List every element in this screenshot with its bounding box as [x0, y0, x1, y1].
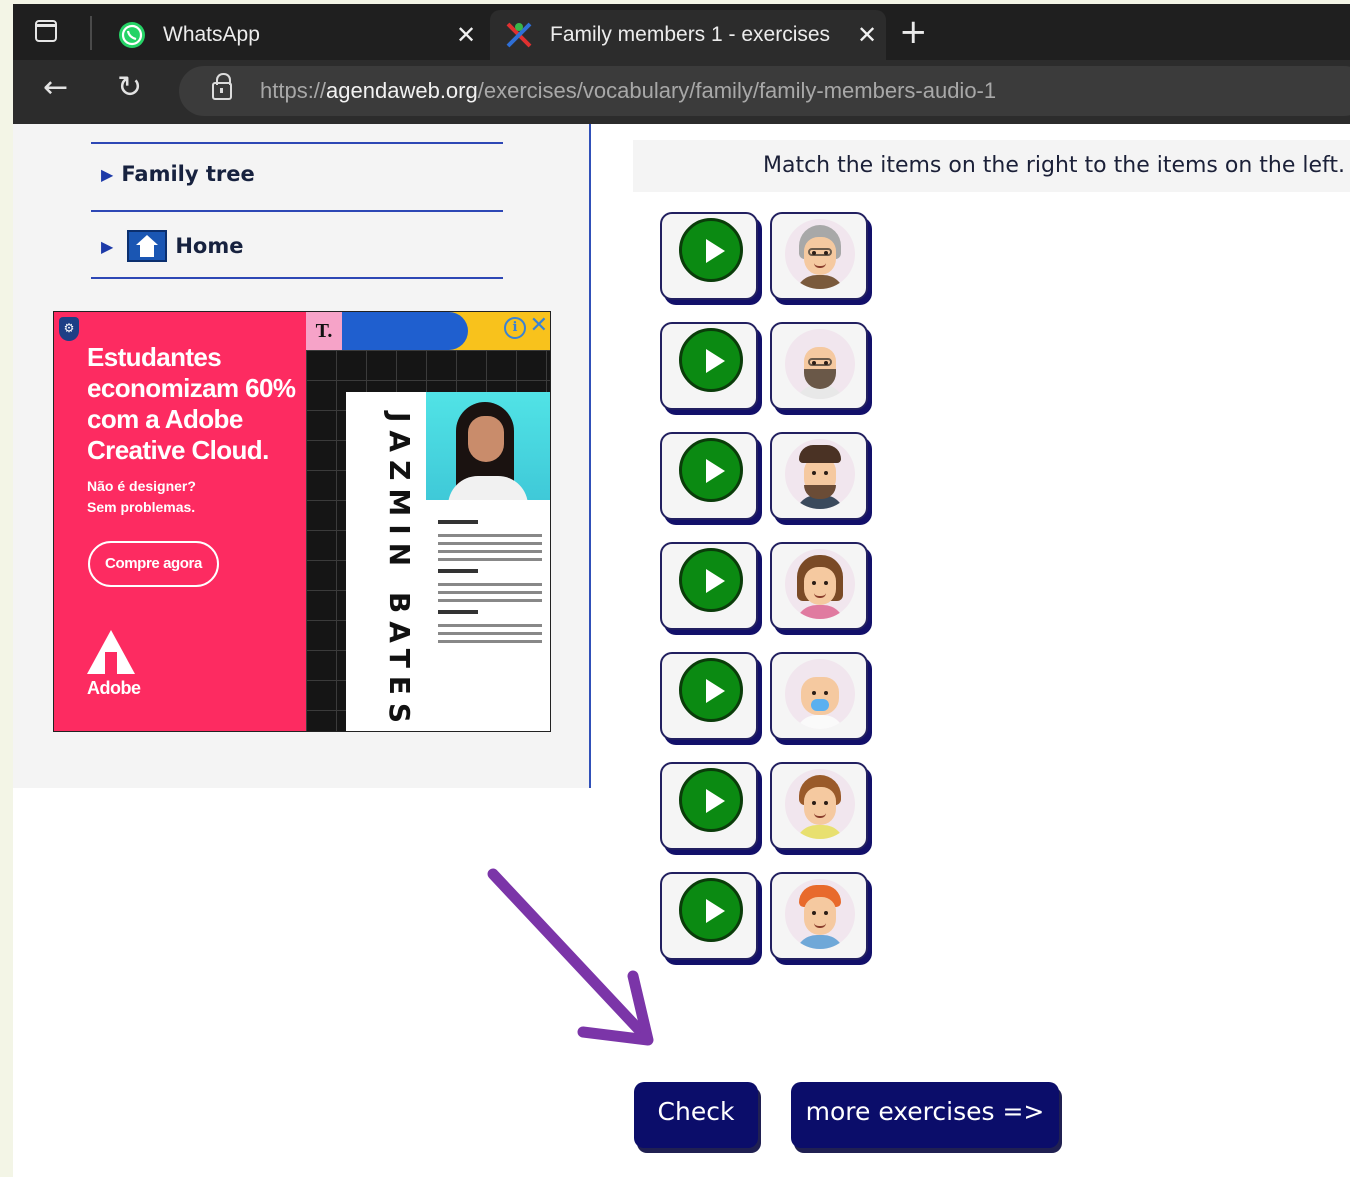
tab-actions-icon[interactable]	[35, 20, 57, 42]
audio-card[interactable]	[660, 322, 758, 410]
audio-card[interactable]	[660, 542, 758, 630]
match-row	[660, 542, 876, 634]
url-scheme: https://	[260, 78, 327, 103]
resume-text-lines	[438, 512, 542, 648]
back-button[interactable]: ←	[43, 70, 68, 105]
audio-card[interactable]	[660, 212, 758, 300]
ad-close-icon[interactable]: ✕	[530, 313, 548, 338]
play-icon[interactable]	[679, 658, 743, 722]
sidebar-divider	[91, 210, 503, 212]
father-avatar	[785, 439, 855, 509]
url-path: /exercises/vocabulary/family/family-memb…	[477, 78, 997, 103]
ad-resume-image: JAZMIN BATES	[346, 392, 550, 732]
picture-card[interactable]	[770, 212, 868, 300]
mother-avatar	[785, 549, 855, 619]
resume-name: JAZMIN BATES	[383, 412, 416, 732]
ad-subtext-line: Sem problemas.	[87, 499, 196, 515]
tab-family-members[interactable]: Family members 1 - exercises ✕	[490, 10, 886, 60]
match-row	[660, 432, 876, 524]
picture-card[interactable]	[770, 432, 868, 520]
browser-toolbar: ← ↻ https://agendaweb.org/exercises/voca…	[13, 60, 1350, 124]
url-domain: agendaweb.org	[326, 78, 478, 103]
ad-info-icon[interactable]: i	[504, 317, 526, 339]
sister-avatar	[785, 769, 855, 839]
sidebar: ▶ Family tree ▶ Home ⚙ Estudantes econom…	[13, 124, 590, 788]
close-tab-icon[interactable]: ✕	[453, 21, 479, 50]
ad-brand: Adobe	[87, 678, 141, 698]
more-exercises-button[interactable]: more exercises =>	[791, 1082, 1059, 1148]
ad-subtext-line: Não é designer?	[87, 478, 196, 494]
picture-card[interactable]	[770, 872, 868, 960]
sidebar-item-label: Family tree	[121, 162, 255, 186]
audio-card[interactable]	[660, 432, 758, 520]
tab-whatsapp[interactable]: WhatsApp ✕	[103, 10, 485, 60]
triangle-right-icon: ▶	[101, 236, 114, 256]
ad-subtext: Não é designer? Sem problemas.	[87, 476, 297, 518]
match-row	[660, 872, 876, 964]
picture-card[interactable]	[770, 322, 868, 410]
annotation-arrow-icon	[487, 868, 654, 1046]
lock-icon[interactable]	[212, 73, 232, 100]
sidebar-item-home[interactable]: ▶ Home	[101, 230, 243, 262]
audio-card[interactable]	[660, 762, 758, 850]
reload-button[interactable]: ↻	[117, 70, 142, 105]
address-bar[interactable]: https://agendaweb.org/exercises/vocabula…	[179, 66, 1350, 116]
picture-card[interactable]	[770, 762, 868, 850]
picture-card[interactable]	[770, 652, 868, 740]
brother-avatar	[785, 879, 855, 949]
ad-headline: Estudantes economizam 60% com a Adobe Cr…	[87, 342, 296, 465]
tab-separator	[90, 16, 92, 50]
picture-card[interactable]	[770, 542, 868, 630]
agendaweb-icon	[506, 22, 532, 48]
match-row	[660, 212, 876, 304]
browser-chrome: WhatsApp ✕ Family members 1 - exercises …	[13, 4, 1350, 124]
grandfather-avatar	[785, 329, 855, 399]
sidebar-divider	[91, 277, 503, 279]
tab-title: Family members 1 - exercises	[550, 23, 831, 46]
play-icon[interactable]	[679, 218, 743, 282]
advertisement[interactable]: ⚙ Estudantes economizam 60% com a Adobe …	[53, 311, 551, 732]
match-row	[660, 652, 876, 744]
sidebar-border	[589, 124, 591, 788]
close-tab-icon[interactable]: ✕	[854, 21, 880, 50]
triangle-right-icon: ▶	[101, 164, 114, 184]
adobe-logo-icon	[87, 630, 135, 674]
ad-text-panel[interactable]: ⚙ Estudantes economizam 60% com a Adobe …	[54, 312, 306, 731]
ad-shield-icon: ⚙	[59, 317, 79, 341]
ad-letter-box: T.	[306, 312, 342, 350]
whatsapp-icon	[119, 22, 145, 48]
new-tab-button[interactable]: +	[899, 12, 928, 52]
play-icon[interactable]	[679, 548, 743, 612]
ad-cta-button[interactable]: Compre agora	[88, 541, 219, 587]
baby-avatar	[785, 659, 855, 729]
play-icon[interactable]	[679, 438, 743, 502]
audio-card[interactable]	[660, 652, 758, 740]
ad-blue-bar	[342, 312, 468, 350]
check-button[interactable]: Check	[634, 1082, 758, 1148]
sidebar-divider	[91, 142, 503, 144]
tab-title: WhatsApp	[163, 23, 260, 46]
play-icon[interactable]	[679, 328, 743, 392]
grandmother-avatar	[785, 219, 855, 289]
match-row	[660, 322, 876, 414]
sidebar-item-family-tree[interactable]: ▶ Family tree	[101, 162, 255, 186]
play-icon[interactable]	[679, 768, 743, 832]
home-icon	[127, 230, 168, 262]
tab-strip: WhatsApp ✕ Family members 1 - exercises …	[13, 4, 1350, 60]
play-icon[interactable]	[679, 878, 743, 942]
exercise-instruction: Match the items on the right to the item…	[633, 140, 1350, 192]
url-text[interactable]: https://agendaweb.org/exercises/vocabula…	[260, 78, 996, 104]
resume-photo	[426, 392, 550, 500]
sidebar-item-label: Home	[175, 234, 244, 258]
web-page: ▶ Family tree ▶ Home ⚙ Estudantes econom…	[13, 124, 1350, 1177]
match-row	[660, 762, 876, 854]
ad-top-bar: T. i ✕	[306, 312, 550, 350]
